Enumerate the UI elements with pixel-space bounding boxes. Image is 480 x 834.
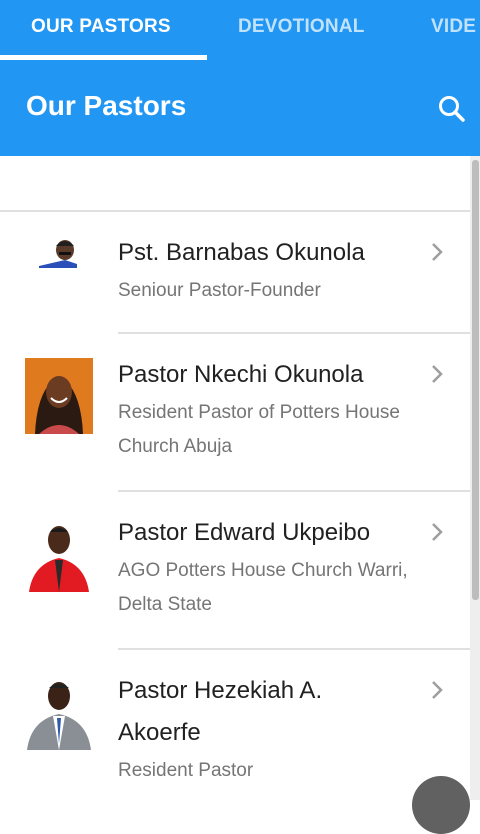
- page-title: Our Pastors: [26, 90, 187, 121]
- pastor-name: Akoerfe: [118, 719, 201, 746]
- pastor-name: Pastor Nkechi Okunola: [118, 361, 364, 388]
- pastor-name: Pst. Barnabas Okunola: [118, 239, 365, 266]
- tab-videos[interactable]: VIDE: [431, 0, 476, 60]
- tab-bar: OUR PASTORS DEVOTIONAL VIDE: [0, 0, 480, 60]
- pastor-role: Resident Pastor of Potters House: [118, 402, 400, 423]
- app-bar: Our Pastors: [0, 60, 480, 156]
- avatar: [25, 516, 93, 592]
- tab-our-pastors[interactable]: OUR PASTORS: [31, 0, 171, 60]
- search-icon[interactable]: [432, 90, 472, 130]
- list-item[interactable]: Pastor Nkechi Okunola Resident Pastor of…: [0, 334, 470, 490]
- chevron-right-icon: [428, 678, 446, 702]
- chevron-right-icon: [428, 362, 446, 386]
- avatar: [25, 234, 93, 274]
- pastor-list: Pst. Barnabas Okunola Seniour Pastor-Fou…: [0, 156, 470, 800]
- chevron-right-icon: [428, 520, 446, 544]
- pastor-role: Resident Pastor: [118, 760, 254, 781]
- floating-action-button[interactable]: [412, 776, 470, 834]
- pastor-role: Seniour Pastor-Founder: [118, 280, 321, 301]
- avatar: [25, 358, 93, 434]
- pastor-name: Pastor Hezekiah A.: [118, 677, 323, 704]
- pastor-role: AGO Potters House Church Warri,: [118, 560, 408, 581]
- list-item[interactable]: Pastor Hezekiah A. Akoerfe Resident Past…: [0, 650, 470, 800]
- pastor-name: Pastor Edward Ukpeibo: [118, 519, 371, 546]
- pastor-role: Delta State: [118, 594, 212, 615]
- avatar: [25, 674, 93, 750]
- list-item[interactable]: Pastor Edward Ukpeibo AGO Potters House …: [0, 492, 470, 648]
- pastor-role: Church Abuja: [118, 436, 233, 457]
- tab-devotional[interactable]: DEVOTIONAL: [238, 0, 365, 60]
- chevron-right-icon: [428, 240, 446, 264]
- scrollbar-thumb[interactable]: [472, 160, 479, 600]
- list-item[interactable]: Pst. Barnabas Okunola Seniour Pastor-Fou…: [0, 212, 470, 334]
